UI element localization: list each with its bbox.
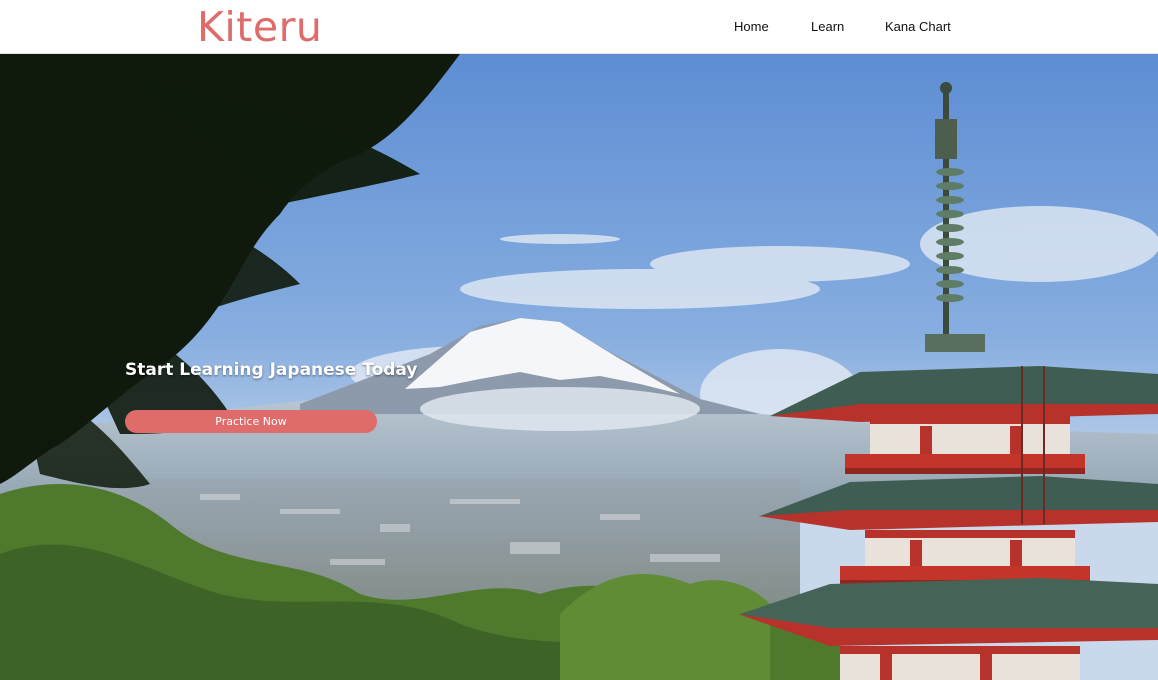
logo[interactable]: Kiteru: [197, 4, 322, 50]
nav-link-kana-chart[interactable]: Kana Chart: [885, 18, 951, 35]
nav-link-home[interactable]: Home: [734, 18, 769, 35]
nav-link-learn[interactable]: Learn: [811, 18, 844, 35]
practice-now-button[interactable]: Practice Now: [125, 410, 377, 433]
hero-section: Start Learning Japanese Today Practice N…: [0, 54, 1158, 680]
hero-title: Start Learning Japanese Today: [125, 360, 418, 380]
top-navbar: Kiteru Home Learn Kana Chart: [0, 0, 1158, 54]
